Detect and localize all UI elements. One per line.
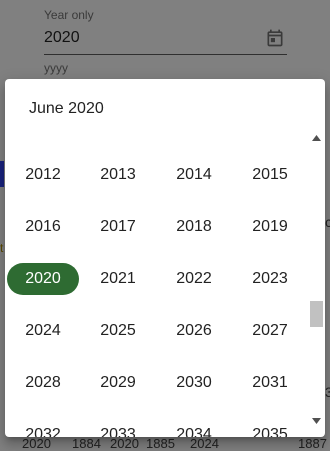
- year-option[interactable]: 2013: [82, 159, 154, 191]
- year-option[interactable]: 2027: [234, 315, 306, 347]
- year-option[interactable]: 2031: [234, 367, 306, 399]
- arrow-down-icon[interactable]: [312, 418, 321, 424]
- year-option[interactable]: 2033: [82, 419, 154, 437]
- year-option-selected[interactable]: 2020: [7, 263, 79, 295]
- input-underline: [44, 54, 287, 55]
- year-option[interactable]: 2016: [7, 211, 79, 243]
- year-option[interactable]: 2028: [7, 367, 79, 399]
- year-option[interactable]: 2030: [158, 367, 230, 399]
- background-cell: 1887: [298, 436, 327, 451]
- year-row: 2020 2021 2022 2023: [5, 251, 310, 303]
- year-row: 2016 2017 2018 2019: [5, 199, 310, 251]
- year-option[interactable]: 2024: [7, 315, 79, 347]
- year-row: 2028 2029 2030 2031: [5, 355, 310, 407]
- year-input[interactable]: 2020: [44, 29, 80, 47]
- year-option[interactable]: 2011: [234, 127, 306, 139]
- year-option[interactable]: 2009: [82, 127, 154, 139]
- year-field-label: Year only: [44, 8, 94, 22]
- year-row: 2032 2033 2034 2035: [5, 407, 310, 437]
- year-option[interactable]: 2015: [234, 159, 306, 191]
- calendar-icon[interactable]: [265, 28, 285, 48]
- year-option[interactable]: 2012: [7, 159, 79, 191]
- year-option[interactable]: 2034: [158, 419, 230, 437]
- year-option[interactable]: 2035: [234, 419, 306, 437]
- year-option[interactable]: 2025: [82, 315, 154, 347]
- background-cell: 1884: [72, 436, 101, 451]
- background-cell: 2020: [110, 436, 139, 451]
- arrow-up-icon[interactable]: [312, 135, 321, 141]
- year-option[interactable]: 2008: [7, 127, 79, 139]
- year-row: 20082009 2010 2011: [5, 127, 310, 147]
- background-cell: 2020: [22, 436, 51, 451]
- year-option[interactable]: 2010: [158, 127, 230, 139]
- year-option[interactable]: 2018: [158, 211, 230, 243]
- year-option[interactable]: 2014: [158, 159, 230, 191]
- year-grid: 2008200920102011201220132014201520162017…: [5, 127, 310, 437]
- year-option[interactable]: 2029: [82, 367, 154, 399]
- background-text: t: [0, 241, 4, 255]
- year-option[interactable]: 2017: [82, 211, 154, 243]
- year-option[interactable]: 2032: [7, 419, 79, 437]
- background-element: [0, 161, 4, 187]
- year-option[interactable]: 2026: [158, 315, 230, 347]
- background-text: c: [325, 214, 330, 230]
- year-row: 2012 2013 2014 2015: [5, 147, 310, 199]
- scrollbar[interactable]: [308, 127, 325, 437]
- year-option[interactable]: 2021: [82, 263, 154, 295]
- background-cell: 2024: [190, 436, 219, 451]
- year-option[interactable]: 2019: [234, 211, 306, 243]
- scroll-thumb[interactable]: [310, 301, 323, 327]
- year-field-hint: yyyy: [44, 61, 68, 75]
- year-option[interactable]: 2022: [158, 263, 230, 295]
- year-list[interactable]: 2008200920102011201220132014201520162017…: [5, 127, 310, 437]
- background-text: 3: [325, 384, 330, 400]
- year-row: 2024 2025 2026 2027: [5, 303, 310, 355]
- year-picker-panel: June 2020 200820092010201120122013201420…: [5, 79, 325, 437]
- picker-header[interactable]: June 2020: [29, 100, 104, 118]
- background-cell: 1885: [146, 436, 175, 451]
- year-option[interactable]: 2023: [234, 263, 306, 295]
